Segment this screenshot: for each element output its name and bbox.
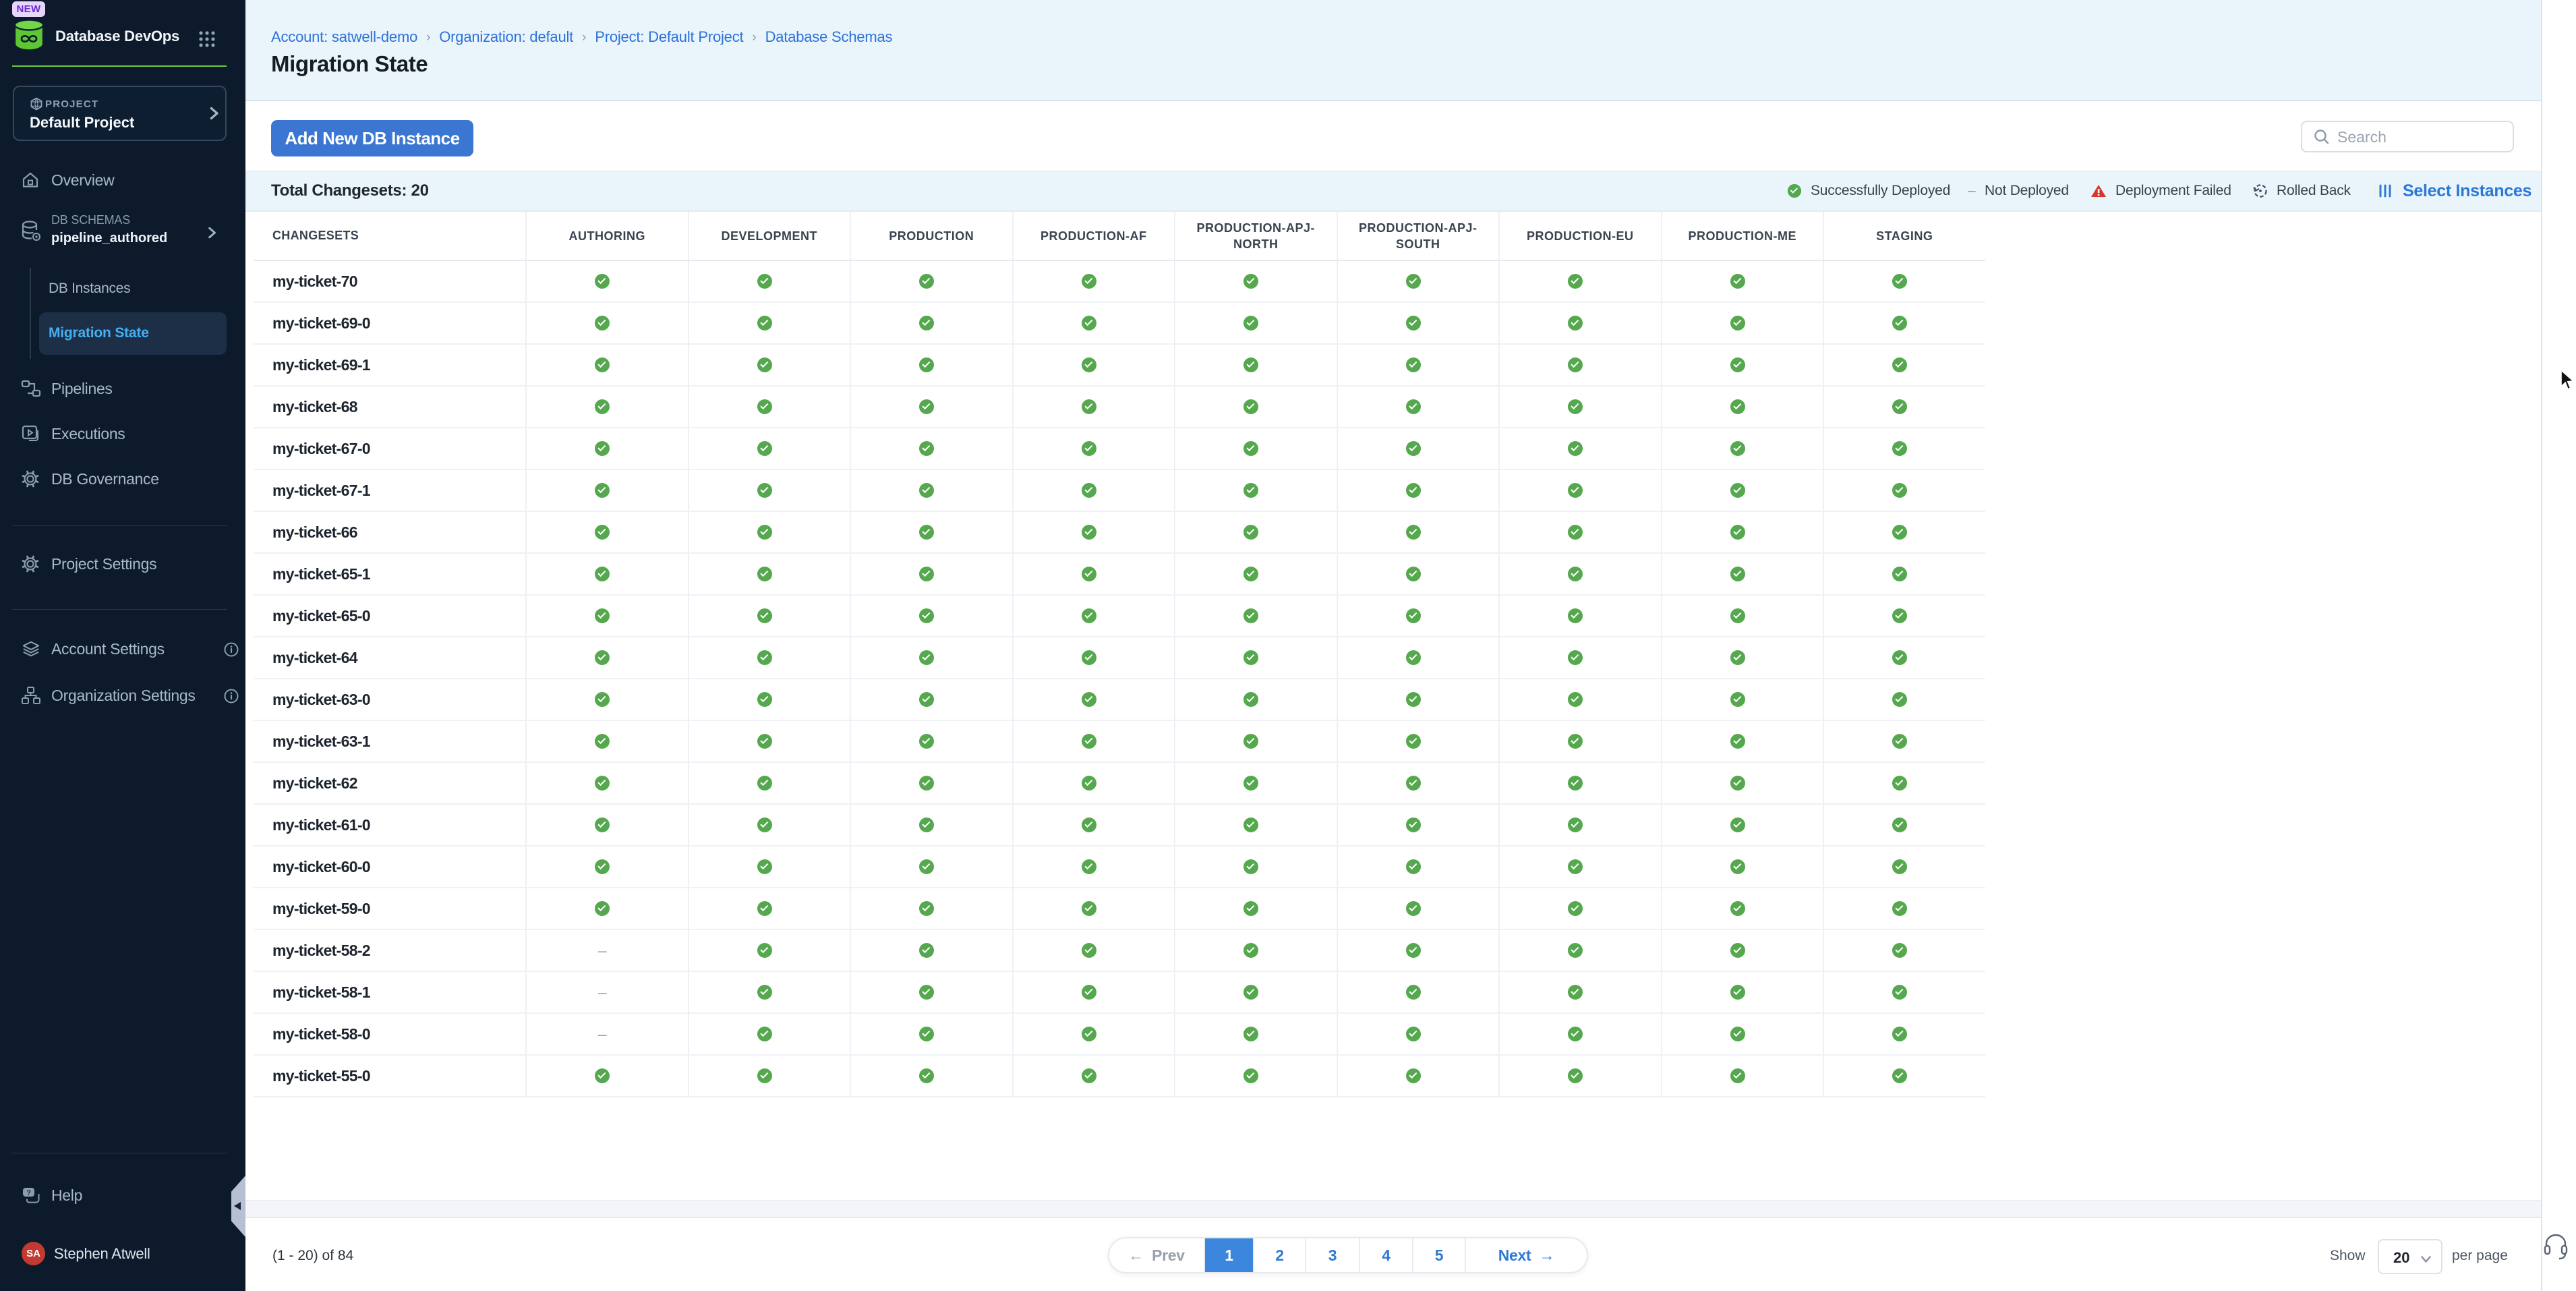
svg-text:?: ? <box>26 1189 30 1197</box>
